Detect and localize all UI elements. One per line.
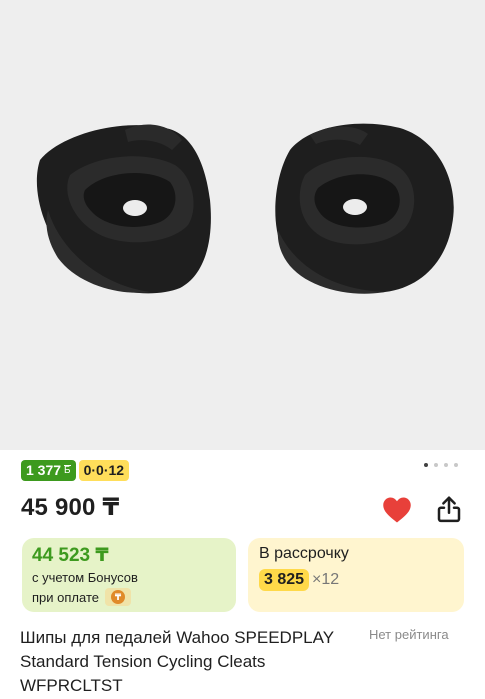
share-icon [437, 496, 461, 523]
payment-method-icon: ₸ [104, 588, 131, 606]
favorite-button[interactable] [382, 496, 412, 524]
bonus-badge-value: 1 377 [26, 462, 62, 478]
gallery-pagination[interactable] [424, 463, 458, 467]
product-price: 45 900 ₸ [21, 494, 120, 521]
product-image-gallery[interactable] [0, 0, 485, 450]
installment-badge: 0·0·12 [78, 460, 130, 481]
installment-card[interactable]: В рассрочку 3 825 ×12 [248, 538, 464, 612]
bonus-price-line2: при оплате [32, 589, 99, 605]
installment-multiplier: ×12 [312, 571, 340, 588]
gallery-dot[interactable] [434, 463, 438, 467]
product-title: Шипы для педалей Wahoo SPEEDPLAY Standar… [20, 628, 334, 695]
product-image [36, 123, 454, 294]
heart-icon [383, 497, 411, 523]
bonus-price-line2-row: при оплате ₸ [32, 588, 226, 606]
bonus-currency-icon: Б [64, 465, 71, 476]
gallery-dot[interactable] [424, 463, 428, 467]
bonus-price-card[interactable]: 44 523 ₸ с учетом Бонусов при оплате ₸ [22, 538, 236, 612]
gallery-dot[interactable] [454, 463, 458, 467]
bonus-price-amount: 44 523 ₸ [32, 545, 109, 566]
installment-row: 3 825 ×12 [259, 569, 453, 591]
bonus-badge: 1 377 Б [21, 460, 76, 481]
promo-badges: 1 377 Б 0·0·12 [21, 460, 130, 481]
installment-title: В рассрочку [259, 545, 349, 562]
rating-status[interactable]: Нет рейтинга [369, 627, 449, 642]
installment-monthly: 3 825 [259, 569, 310, 591]
gallery-dot[interactable] [444, 463, 448, 467]
bonus-price-line1: с учетом Бонусов [32, 570, 138, 585]
share-button[interactable] [434, 494, 464, 524]
